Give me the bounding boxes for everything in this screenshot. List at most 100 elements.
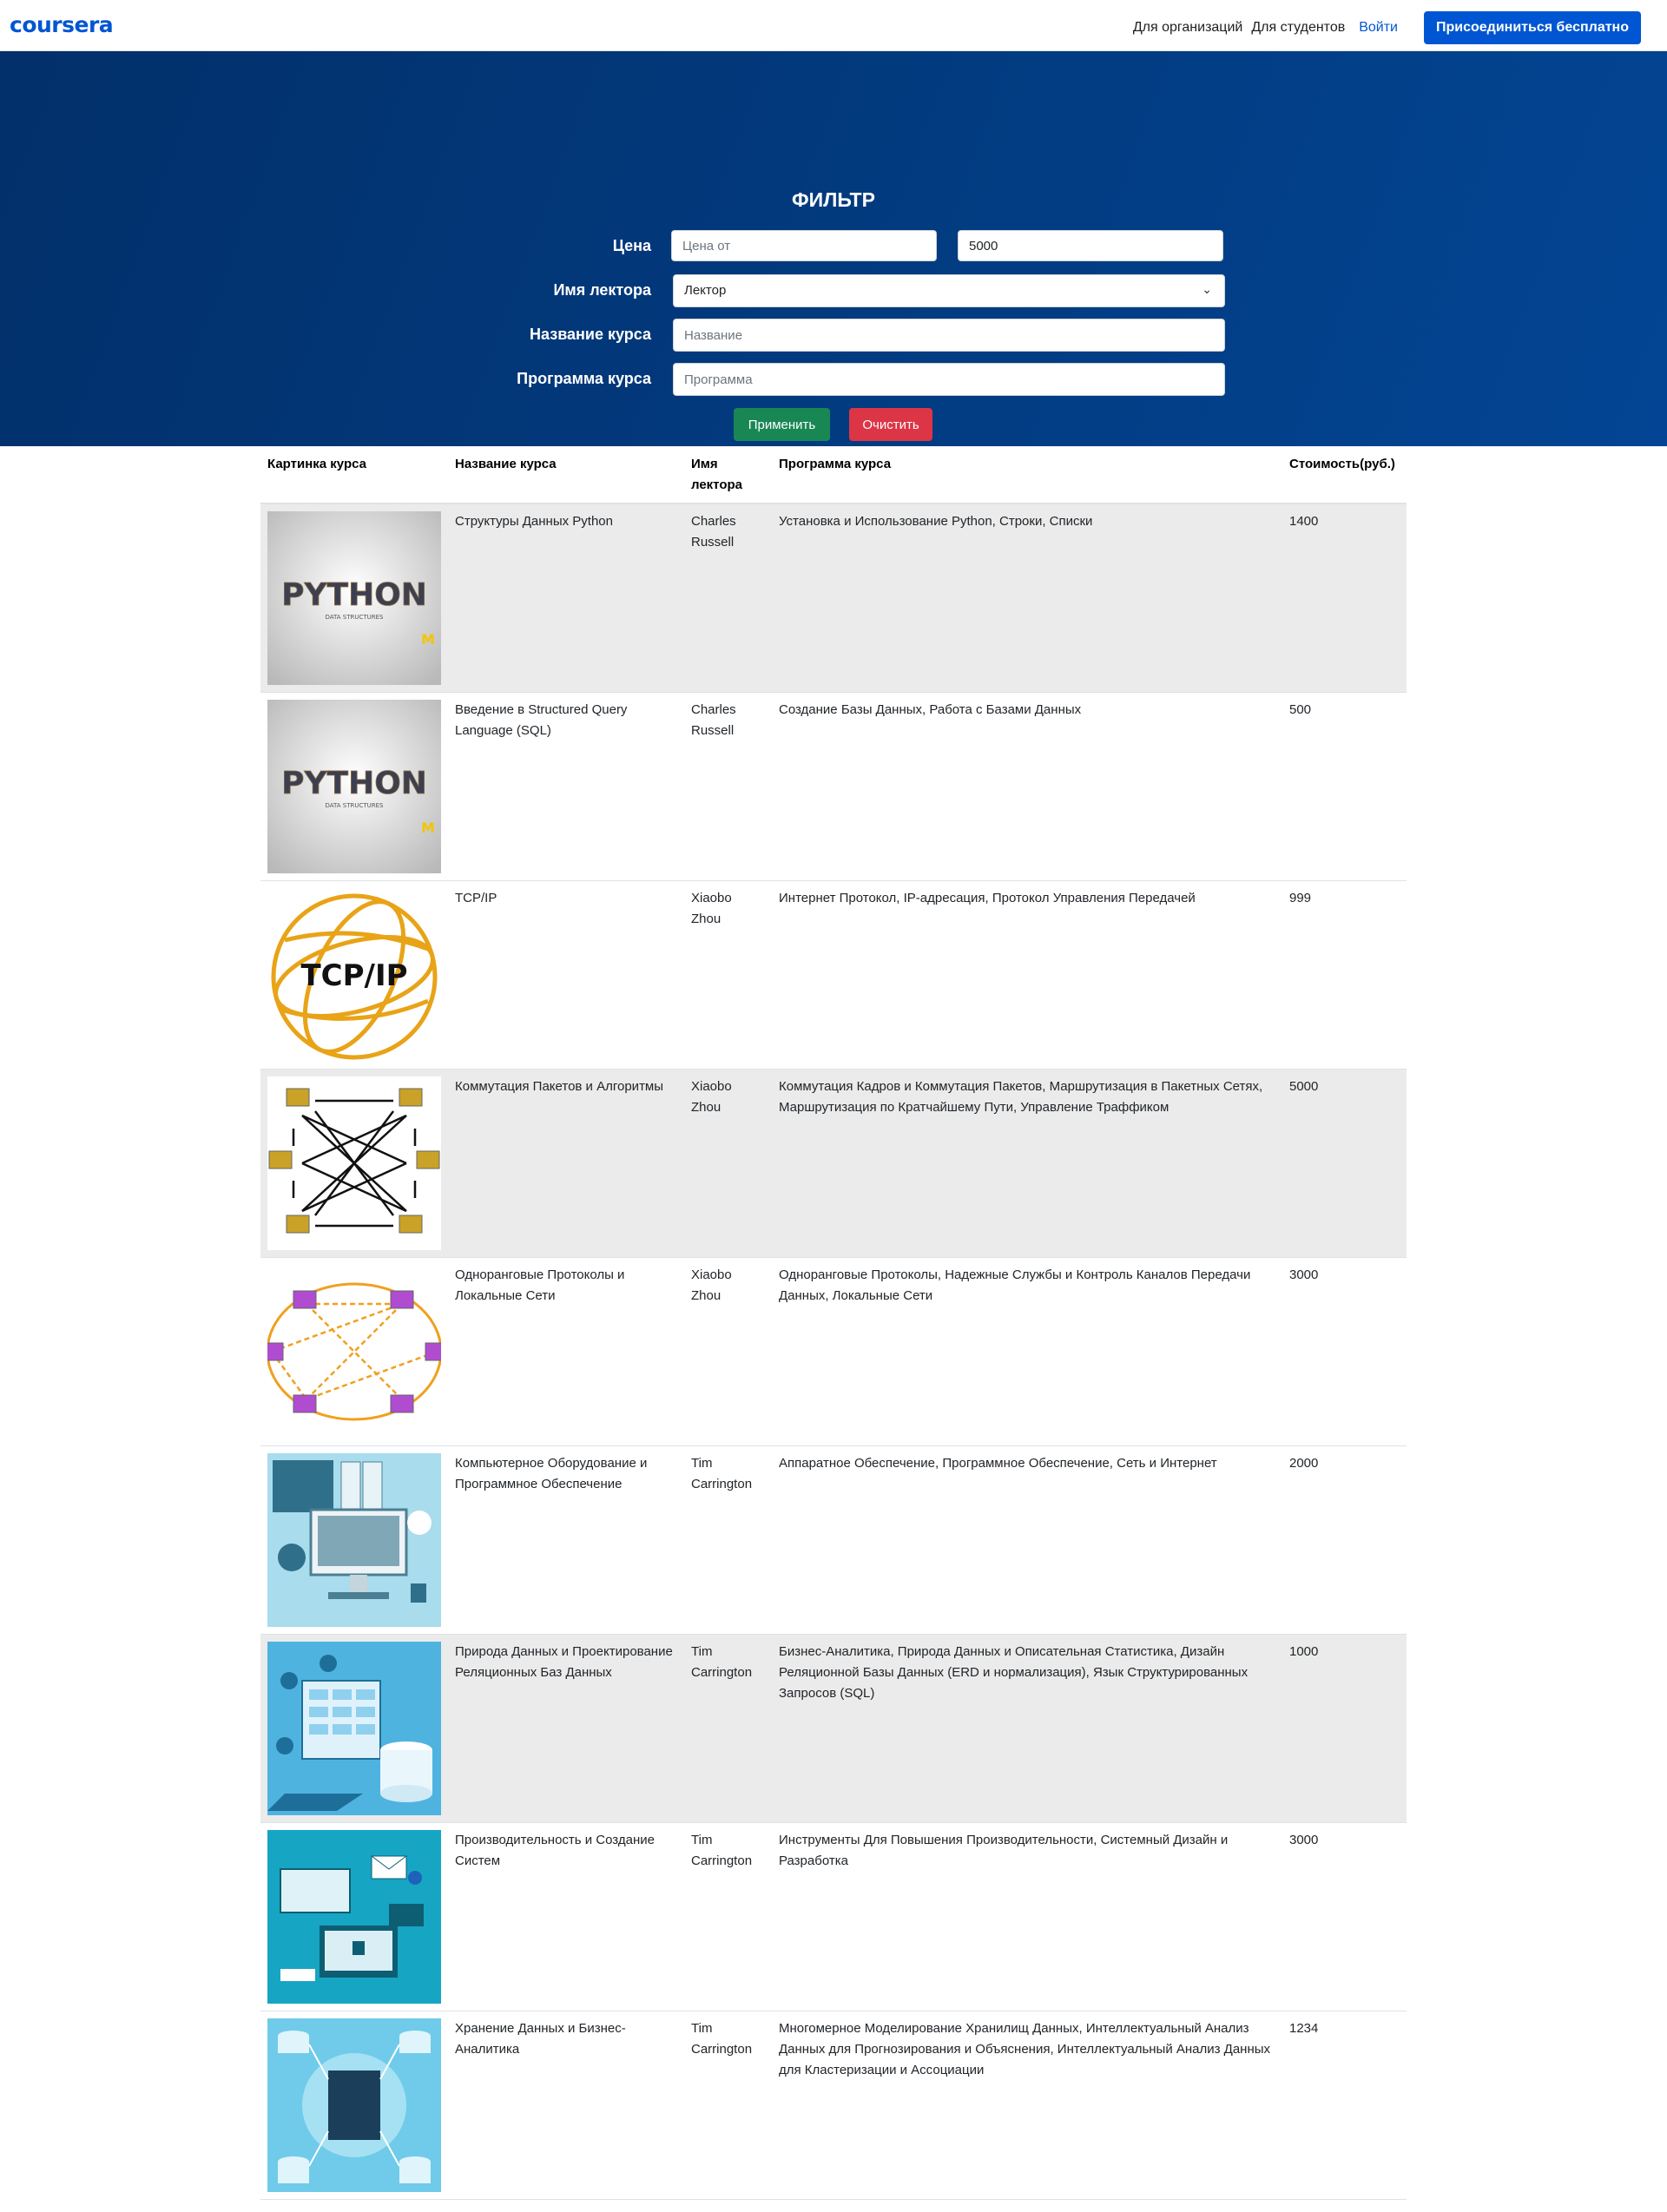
courses-table: Картинка курса Название курса Имя лектор…	[260, 445, 1407, 2200]
svg-text:PYTHON: PYTHON	[281, 766, 427, 801]
header-program: Программа курса	[772, 445, 1282, 504]
course-name-input[interactable]	[673, 319, 1225, 352]
lecturer-select[interactable]: Лектор ⌄	[673, 274, 1225, 307]
course-image-cell	[260, 2011, 448, 2200]
svg-text:DATA STRUCTURES: DATA STRUCTURES	[326, 802, 385, 809]
system-productivity-image	[267, 1830, 441, 2004]
header-image: Картинка курса	[260, 445, 448, 504]
course-name-row: Название курса	[0, 319, 1667, 352]
course-name[interactable]: Коммутация Пакетов и Алгоритмы	[448, 1069, 684, 1258]
nav-for-students-link[interactable]: Для студентов	[1251, 20, 1345, 36]
price-label: Цена	[612, 237, 651, 254]
course-lecturer: Tim Carrington	[684, 2011, 772, 2200]
price-from-input[interactable]	[671, 230, 937, 261]
lecturer-row: Имя лектора Лектор ⌄	[0, 274, 1667, 307]
course-name-label: Название курса	[530, 326, 651, 343]
program-row: Программа курса	[0, 363, 1667, 396]
course-lecturer: Xiaobo Zhou	[684, 1069, 772, 1258]
course-name[interactable]: Компьютерное Оборудование и Программное …	[448, 1445, 684, 1635]
table-row[interactable]: PYTHON DATA STRUCTURES M Введение в Stru…	[260, 692, 1407, 881]
course-name[interactable]: Введение в Structured Query Language (SQ…	[448, 692, 684, 881]
clear-button[interactable]: Очистить	[849, 408, 932, 441]
packet-switching-network-image	[267, 1076, 441, 1250]
data-warehouse-image	[267, 2018, 441, 2192]
course-lecturer: Tim Carrington	[684, 1822, 772, 2011]
course-lecturer: Tim Carrington	[684, 1634, 772, 1823]
course-image-cell: PYTHON DATA STRUCTURES M	[260, 504, 448, 693]
table-row[interactable]: Хранение Данных и Бизнес-Аналитика Tim C…	[260, 2011, 1407, 2200]
course-price: 5000	[1282, 1069, 1407, 1258]
course-lecturer: Xiaobo Zhou	[684, 880, 772, 1070]
p2p-network-image	[267, 1265, 441, 1438]
table-row[interactable]: PYTHON DATA STRUCTURES M Структуры Данны…	[260, 504, 1407, 693]
course-image-cell: PYTHON DATA STRUCTURES M	[260, 692, 448, 881]
course-image-cell	[260, 1069, 448, 1258]
svg-text:M: M	[421, 631, 435, 648]
courses-table-wrap: Картинка курса Название курса Имя лектор…	[260, 445, 1407, 2200]
svg-text:M: M	[421, 820, 435, 836]
course-program: Одноранговые Протоколы, Надежные Службы …	[772, 1257, 1282, 1446]
course-program: Установка и Использование Python, Строки…	[772, 504, 1282, 693]
course-program: Интернет Протокол, IP-адресация, Протоко…	[772, 880, 1282, 1070]
course-price: 3000	[1282, 1822, 1407, 2011]
header-name: Название курса	[448, 445, 684, 504]
table-row[interactable]: Производительность и Создание Систем Tim…	[260, 1822, 1407, 2011]
course-price: 1000	[1282, 1634, 1407, 1823]
course-name[interactable]: Одноранговые Протоколы и Локальные Сети	[448, 1257, 684, 1446]
course-price: 3000	[1282, 1257, 1407, 1446]
chevron-down-icon: ⌄	[1202, 282, 1212, 296]
filter-actions: Применить Очистить	[0, 408, 1667, 441]
course-price: 1234	[1282, 2011, 1407, 2200]
computer-hardware-image	[267, 1453, 441, 1627]
svg-text:DATA STRUCTURES: DATA STRUCTURES	[326, 614, 385, 621]
course-name[interactable]: Природа Данных и Проектирование Реляцион…	[448, 1634, 684, 1823]
course-name[interactable]: Структуры Данных Python	[448, 504, 684, 693]
apply-button[interactable]: Применить	[734, 408, 830, 441]
course-lecturer: Tim Carrington	[684, 1445, 772, 1635]
table-header-row: Картинка курса Название курса Имя лектор…	[260, 445, 1407, 504]
course-lecturer: Xiaobo Zhou	[684, 1257, 772, 1446]
table-row[interactable]: Одноранговые Протоколы и Локальные Сети …	[260, 1257, 1407, 1446]
course-program: Коммутация Кадров и Коммутация Пакетов, …	[772, 1069, 1282, 1258]
course-name[interactable]: Хранение Данных и Бизнес-Аналитика	[448, 2011, 684, 2200]
course-price: 2000	[1282, 1445, 1407, 1635]
course-program: Создание Базы Данных, Работа с Базами Да…	[772, 692, 1282, 881]
lecturer-label: Имя лектора	[553, 281, 651, 299]
course-price: 500	[1282, 692, 1407, 881]
table-row[interactable]: TCP/IP TCP/IP Xiaobo Zhou Интернет Прото…	[260, 880, 1407, 1070]
program-label: Программа курса	[517, 370, 651, 387]
course-name[interactable]: Производительность и Создание Систем	[448, 1822, 684, 2011]
course-program: Многомерное Моделирование Хранилищ Данны…	[772, 2011, 1282, 2200]
nav-links: Для организаций Для студентов Войти Прис…	[1124, 11, 1641, 44]
nav-for-organizations-link[interactable]: Для организаций	[1133, 20, 1243, 36]
course-lecturer: Charles Russell	[684, 504, 772, 693]
course-price: 1400	[1282, 504, 1407, 693]
python-data-structures-image: PYTHON DATA STRUCTURES M	[267, 511, 441, 685]
course-image-cell: TCP/IP	[260, 880, 448, 1070]
price-row: Цена	[0, 230, 1667, 263]
course-image-cell	[260, 1634, 448, 1823]
course-program: Бизнес-Аналитика, Природа Данных и Описа…	[772, 1634, 1282, 1823]
table-row[interactable]: Природа Данных и Проектирование Реляцион…	[260, 1634, 1407, 1823]
python-data-structures-image: PYTHON DATA STRUCTURES M	[267, 700, 441, 873]
course-program: Инструменты Для Повышения Производительн…	[772, 1822, 1282, 2011]
filter-hero: ФИЛЬТР Цена Имя лектора Лектор ⌄ Названи…	[0, 51, 1667, 446]
svg-text:PYTHON: PYTHON	[281, 577, 427, 613]
price-to-input[interactable]	[958, 230, 1223, 261]
table-row[interactable]: Компьютерное Оборудование и Программное …	[260, 1445, 1407, 1635]
course-price: 999	[1282, 880, 1407, 1070]
coursera-logo[interactable]: coursera	[10, 12, 114, 37]
program-input[interactable]	[673, 363, 1225, 396]
course-name[interactable]: TCP/IP	[448, 880, 684, 1070]
header-price: Стоимость(руб.)	[1282, 445, 1407, 504]
login-link[interactable]: Войти	[1359, 20, 1398, 36]
course-image-cell	[260, 1257, 448, 1446]
table-row[interactable]: Коммутация Пакетов и Алгоритмы Xiaobo Zh…	[260, 1069, 1407, 1258]
course-image-cell	[260, 1822, 448, 2011]
tcp-ip-globe-image: TCP/IP	[267, 888, 441, 1062]
relational-database-image	[267, 1642, 441, 1815]
course-program: Аппаратное Обеспечение, Программное Обес…	[772, 1445, 1282, 1635]
lecturer-select-value: Лектор	[684, 283, 727, 298]
join-free-button[interactable]: Присоединиться бесплатно	[1424, 11, 1641, 44]
course-lecturer: Charles Russell	[684, 692, 772, 881]
